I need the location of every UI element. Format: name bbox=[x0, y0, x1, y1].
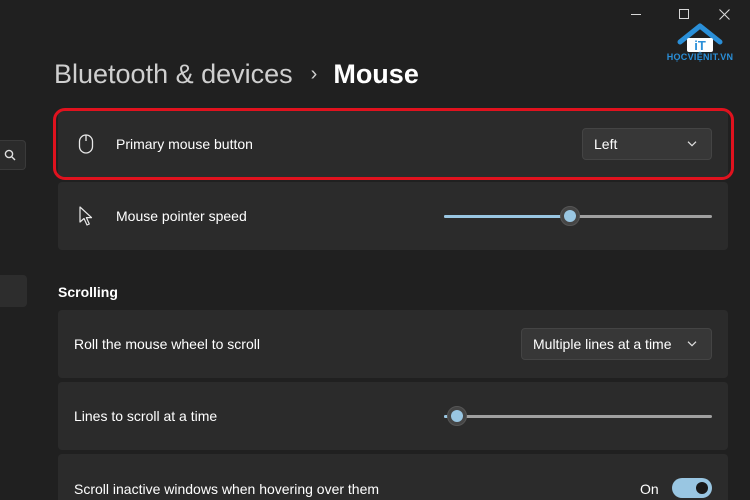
chevron-down-icon bbox=[687, 141, 697, 147]
minimize-button[interactable] bbox=[628, 4, 644, 24]
lines-to-scroll-label: Lines to scroll at a time bbox=[74, 408, 218, 424]
toggle-state-label: On bbox=[640, 481, 659, 497]
primary-mouse-button-label: Primary mouse button bbox=[116, 136, 253, 152]
mouse-pointer-speed-card: Mouse pointer speed bbox=[58, 182, 728, 250]
slider-fill bbox=[444, 215, 570, 218]
search-icon bbox=[4, 149, 15, 161]
primary-mouse-button-card: Primary mouse button Left bbox=[58, 110, 728, 178]
page-title: Mouse bbox=[333, 58, 419, 89]
mouse-icon bbox=[76, 133, 96, 155]
slider-thumb[interactable] bbox=[447, 406, 468, 426]
scroll-inactive-windows-toggle[interactable] bbox=[672, 478, 712, 498]
mouse-pointer-speed-slider[interactable] bbox=[444, 206, 712, 226]
scrolling-section-title: Scrolling bbox=[58, 284, 118, 300]
hocvienit-logo: iT bbox=[677, 23, 723, 53]
slider-track bbox=[444, 415, 712, 418]
maximize-icon bbox=[679, 9, 689, 19]
pointer-icon bbox=[76, 205, 96, 227]
roll-wheel-value: Multiple lines at a time bbox=[533, 336, 672, 352]
roll-wheel-dropdown[interactable]: Multiple lines at a time bbox=[521, 328, 712, 360]
minimize-icon bbox=[631, 13, 641, 15]
lines-to-scroll-slider[interactable] bbox=[444, 406, 712, 426]
lines-to-scroll-card: Lines to scroll at a time bbox=[58, 382, 728, 450]
roll-wheel-label: Roll the mouse wheel to scroll bbox=[74, 336, 260, 352]
slider-thumb[interactable] bbox=[559, 206, 580, 226]
logo-mark: iT bbox=[694, 38, 706, 53]
breadcrumb: Bluetooth & devices › Mouse bbox=[54, 56, 419, 92]
primary-mouse-button-value: Left bbox=[594, 136, 618, 152]
maximize-button[interactable] bbox=[676, 4, 692, 24]
chevron-down-icon bbox=[687, 341, 697, 347]
toggle-knob bbox=[696, 482, 708, 494]
breadcrumb-separator: › bbox=[310, 62, 318, 85]
roll-wheel-card: Roll the mouse wheel to scroll Multiple … bbox=[58, 310, 728, 378]
breadcrumb-parent-link[interactable]: Bluetooth & devices bbox=[54, 59, 293, 90]
close-icon bbox=[718, 8, 730, 20]
nav-search-button[interactable] bbox=[0, 140, 26, 170]
nav-selected-item[interactable] bbox=[0, 275, 27, 307]
logo-text: HỌCVIỆNIT.VN bbox=[666, 52, 734, 62]
primary-mouse-button-dropdown[interactable]: Left bbox=[582, 128, 712, 160]
scroll-inactive-windows-label: Scroll inactive windows when hovering ov… bbox=[74, 481, 380, 497]
mouse-pointer-speed-label: Mouse pointer speed bbox=[116, 208, 247, 224]
close-button[interactable] bbox=[714, 4, 734, 24]
scroll-inactive-windows-card: Scroll inactive windows when hovering ov… bbox=[58, 454, 728, 500]
